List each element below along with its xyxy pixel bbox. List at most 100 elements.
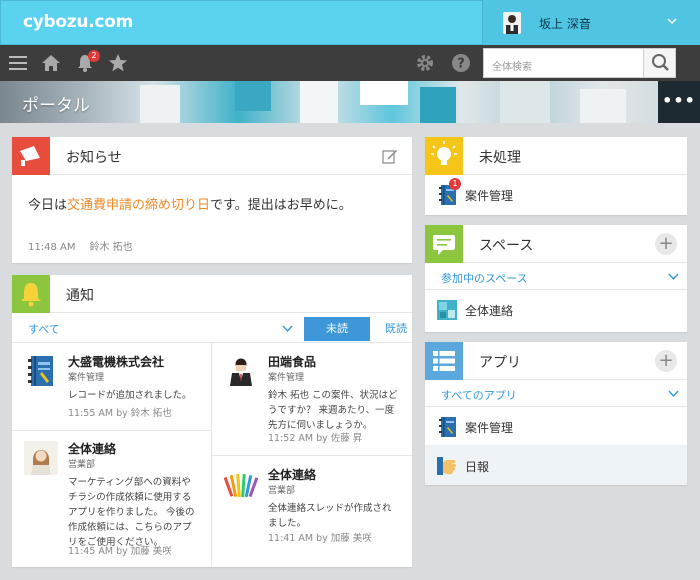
bell-icon	[12, 275, 50, 313]
page-title: ポータル	[22, 96, 90, 116]
notice-time: 11:48 AM	[28, 242, 76, 253]
notice-highlight-text: 交通費申請の締め切り日	[67, 198, 211, 213]
pending-card-header: 未処理	[425, 137, 687, 175]
gear-icon[interactable]	[415, 53, 435, 73]
space-card: スペース + 参加中のスペース 全体連絡	[425, 225, 687, 332]
user-menu[interactable]: 坂上 深音	[482, 0, 700, 45]
notification-time: 11:45 AM by 加藤 美咲	[68, 546, 172, 557]
row-divider	[212, 455, 412, 456]
app-item[interactable]: 案件管理	[425, 407, 687, 446]
add-app-button[interactable]: +	[655, 350, 677, 372]
notice-message: 今日は交通費申請の締め切り日です。提出はお早めに。	[28, 194, 352, 213]
apps-filter-bar: すべてのアプリ	[425, 380, 687, 407]
pending-item-label[interactable]: 案件管理	[465, 187, 513, 204]
app-book-icon	[28, 356, 53, 386]
apps-title: アプリ	[479, 355, 521, 371]
notification-record-name[interactable]: 全体連絡	[268, 466, 316, 483]
space-title: スペース	[479, 238, 534, 254]
row-divider	[12, 430, 211, 431]
space-card-header: スペース +	[425, 225, 687, 263]
notifications-card: 通知 すべて 未読 既読 大盛電機株式会社 案件管理 レコードが追加されました。…	[12, 275, 412, 567]
notification-message: 全体連絡スレッドが作成されました。	[268, 503, 392, 529]
notification-record-name[interactable]: 大盛電機株式会社	[68, 353, 164, 370]
notification-record-name[interactable]: 田端食品	[268, 353, 316, 370]
global-search-input[interactable]: 全体検索	[483, 48, 644, 78]
chevron-down-icon[interactable]	[668, 271, 679, 282]
space-filter-bar: 参加中のスペース	[425, 263, 687, 290]
banner-decor-block	[500, 81, 550, 123]
app-book-icon	[439, 417, 456, 437]
notification-bell[interactable]: 2	[75, 50, 100, 73]
pending-card: 未処理 1 案件管理	[425, 137, 687, 215]
tab-read[interactable]: 既読	[370, 317, 422, 341]
banner-decor-block	[300, 81, 338, 123]
apps-filter[interactable]: すべてのアプリ	[441, 387, 517, 403]
lightbulb-icon	[425, 137, 463, 175]
notification-message: マーケティング部への資料やチラシの作成依頼に使用するアプリを作りました。 今後の…	[68, 477, 195, 548]
edit-icon[interactable]	[382, 148, 398, 164]
notification-app-name: 案件管理	[68, 373, 105, 383]
app-list-icon	[425, 342, 463, 380]
apps-card-header: アプリ +	[425, 342, 687, 380]
notification-time: 11:41 AM by 加藤 美咲	[268, 533, 372, 544]
star-icon[interactable]	[108, 53, 128, 73]
notification-count-badge: 2	[88, 50, 100, 62]
svg-text:?: ?	[457, 57, 465, 72]
notification-item[interactable]: 全体連絡 営業部 マーケティング部への資料やチラシの作成依頼に使用するアプリを作…	[24, 441, 209, 561]
notification-item[interactable]: 田端食品 案件管理 鈴木 拓也 この案件、状況はどうですか？ 来週あたり、一度先…	[224, 354, 410, 449]
app-item-label[interactable]: 案件管理	[465, 419, 513, 436]
tab-unread[interactable]: 未読	[304, 317, 370, 341]
space-item-label[interactable]: 全体連絡	[465, 302, 513, 319]
help-icon[interactable]: ?	[451, 53, 471, 73]
notification-app-name: 営業部	[68, 460, 96, 470]
notification-app-name: 営業部	[268, 486, 296, 496]
colored-pencils-icon	[224, 467, 258, 501]
user-avatar-icon	[24, 441, 58, 475]
space-thumbnail-icon	[437, 300, 457, 320]
menu-icon[interactable]	[8, 53, 28, 73]
space-item[interactable]: 全体連絡	[425, 290, 687, 329]
chevron-down-icon[interactable]	[668, 388, 679, 399]
notice-card-header: お知らせ	[12, 137, 412, 175]
pending-title: 未処理	[479, 150, 521, 166]
user-avatar	[503, 12, 521, 34]
notice-author[interactable]: 鈴木 拓也	[89, 242, 132, 253]
banner-decor-block	[420, 87, 456, 123]
notification-filter[interactable]: すべて	[28, 321, 60, 337]
notifications-card-header: 通知	[12, 275, 412, 313]
notice-meta: 11:48 AM 鈴木 拓也	[28, 238, 133, 253]
notice-title: お知らせ	[66, 150, 122, 166]
daily-report-hand-icon	[437, 457, 457, 475]
notice-text: 今日は	[28, 198, 68, 213]
home-icon[interactable]	[41, 53, 61, 73]
add-space-button[interactable]: +	[655, 233, 677, 255]
banner-decor-block	[140, 85, 180, 123]
notification-time: 11:52 AM by 佐藤 昇	[268, 433, 363, 444]
space-filter[interactable]: 参加中のスペース	[441, 270, 528, 286]
banner-decor-block	[580, 89, 626, 123]
chevron-down-icon	[667, 18, 677, 25]
user-name: 坂上 深音	[539, 17, 591, 31]
pending-item[interactable]: 1 案件管理	[425, 175, 687, 214]
pending-count-badge: 1	[449, 178, 461, 190]
notification-time: 11:55 AM by 鈴木 拓也	[68, 408, 172, 419]
notification-record-name[interactable]: 全体連絡	[68, 440, 116, 457]
banner-decor-block	[235, 81, 271, 111]
cybozu-logo[interactable]: cybozu.com	[23, 12, 133, 32]
app-item[interactable]: 日報	[425, 446, 687, 485]
app-item-label[interactable]: 日報	[465, 458, 489, 475]
chevron-down-icon[interactable]	[282, 323, 293, 334]
notice-text: です。提出はお早めに。	[210, 198, 352, 213]
notification-message: 鈴木 拓也 この案件、状況はどうですか？ 来週あたり、一度先方に伺いましょうか。	[268, 390, 398, 431]
search-button[interactable]	[644, 48, 676, 78]
search-icon	[652, 54, 669, 71]
notification-item[interactable]: 大盛電機株式会社 案件管理 レコードが追加されました。 11:55 AM by …	[24, 354, 209, 424]
notification-item[interactable]: 全体連絡 営業部 全体連絡スレッドが作成されました。 11:41 AM by 加…	[224, 467, 410, 562]
portal-banner: ポータル •••	[0, 81, 700, 123]
banner-decor-block	[360, 81, 408, 105]
megaphone-icon	[12, 137, 50, 175]
more-options-button[interactable]: •••	[658, 81, 700, 123]
app-book-icon-wrapper: 1	[437, 178, 461, 206]
notifications-title: 通知	[66, 288, 94, 304]
apps-card: アプリ + すべてのアプリ 案件管理 日報	[425, 342, 687, 485]
